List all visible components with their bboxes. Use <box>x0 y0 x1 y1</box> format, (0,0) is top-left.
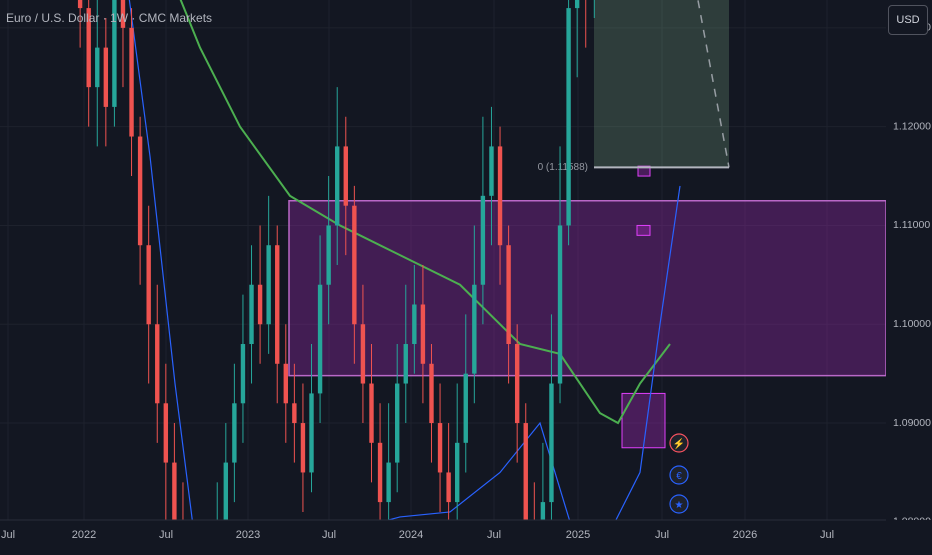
time-tick-label: Jul <box>487 529 501 541</box>
lightning-icon-glyph: ⚡ <box>673 437 685 450</box>
candle-body <box>275 245 280 364</box>
us-flag-icon-glyph: ★ <box>675 500 684 511</box>
price-axis[interactable]: 1.200001.190001.180001.160001.150001.140… <box>886 0 932 528</box>
time-tick-label: 2026 <box>733 529 757 541</box>
price-tick-label: 1.09000 <box>893 417 931 429</box>
candle-body <box>343 146 348 206</box>
time-axis[interactable]: Jul 2022 Jul 2023 Jul 2024 Jul 2025 Jul 2026 Jul <box>0 519 932 550</box>
fib-level-label: 0 (1.11588) <box>538 162 588 173</box>
candle-body <box>420 304 426 364</box>
time-tick-label: Jul <box>655 529 669 541</box>
candle-body <box>360 324 366 384</box>
candle-body <box>514 344 520 424</box>
candle-body <box>377 442 383 503</box>
candle-body <box>437 423 443 473</box>
candle-body <box>446 472 451 503</box>
candle-body <box>257 284 263 325</box>
order-block-box[interactable] <box>636 224 651 236</box>
candle-body <box>369 383 374 443</box>
candle-body <box>95 47 100 88</box>
candle-body <box>523 423 528 522</box>
price-tick-label: 1.12000 <box>893 120 931 132</box>
candle-body <box>137 136 143 246</box>
candle-body <box>480 195 486 285</box>
candle-body <box>549 383 554 503</box>
time-tick-label: 2023 <box>236 529 260 541</box>
candle-body <box>395 383 400 463</box>
candle-body <box>454 442 460 503</box>
candle-body <box>300 423 306 473</box>
candle-body <box>497 146 503 246</box>
currency-button[interactable]: USD <box>888 5 928 35</box>
time-tick-label: 2025 <box>566 529 590 541</box>
candle-body <box>232 403 237 463</box>
chart-area[interactable]: 1 (1.18951)0.618 (1.16139)0.5 (1.15270)0… <box>0 0 932 555</box>
candle-body <box>557 225 563 384</box>
candle-body <box>249 284 254 345</box>
candle-body <box>146 245 151 325</box>
time-tick-label: Jul <box>1 529 15 541</box>
event-icons[interactable]: ⚡ € ★ <box>669 433 689 514</box>
candle-body <box>77 0 83 9</box>
candle-body <box>352 205 357 325</box>
candle-body <box>223 462 229 522</box>
candle-body <box>292 403 297 424</box>
price-chart[interactable]: 1 (1.18951)0.618 (1.16139)0.5 (1.15270)0… <box>0 0 932 555</box>
candle-body <box>463 373 468 443</box>
candle-body <box>172 462 177 522</box>
candle-body <box>103 47 109 107</box>
candle-body <box>309 393 314 473</box>
symbol-title: Euro / U.S. Dollar · 1W · CMC Markets <box>6 11 213 25</box>
price-axis-background <box>886 0 932 520</box>
time-tick-label: Jul <box>159 529 173 541</box>
candle-body <box>240 344 246 404</box>
time-tick-label: 2024 <box>399 529 423 541</box>
candle-body <box>335 146 340 226</box>
candle-body <box>386 462 391 503</box>
candle-body <box>489 146 494 196</box>
time-tick-label: Jul <box>322 529 336 541</box>
supply-demand-zone[interactable] <box>288 200 887 377</box>
candle-body <box>163 403 169 463</box>
price-tick-label: 1.11000 <box>893 219 930 231</box>
candle-body <box>266 245 271 325</box>
candle-body <box>317 284 323 394</box>
candle-body <box>326 225 331 285</box>
candle-body <box>283 363 288 404</box>
fib-lower-fill <box>594 0 729 168</box>
candle-body <box>155 324 160 404</box>
candle-body <box>506 245 511 345</box>
candle-body <box>429 363 434 424</box>
time-tick-label: 2022 <box>72 529 96 541</box>
candle-body <box>412 304 417 345</box>
candle-body <box>129 27 134 137</box>
time-axis-background <box>0 520 932 550</box>
candle-body <box>403 344 408 384</box>
candle-body <box>574 0 580 9</box>
order-block-box[interactable] <box>621 392 666 449</box>
price-tick-label: 1.10000 <box>893 318 931 330</box>
time-tick-label: Jul <box>820 529 834 541</box>
candle-body <box>566 8 571 226</box>
euro-flag-icon-glyph: € <box>676 471 682 482</box>
candle-body <box>472 284 477 374</box>
